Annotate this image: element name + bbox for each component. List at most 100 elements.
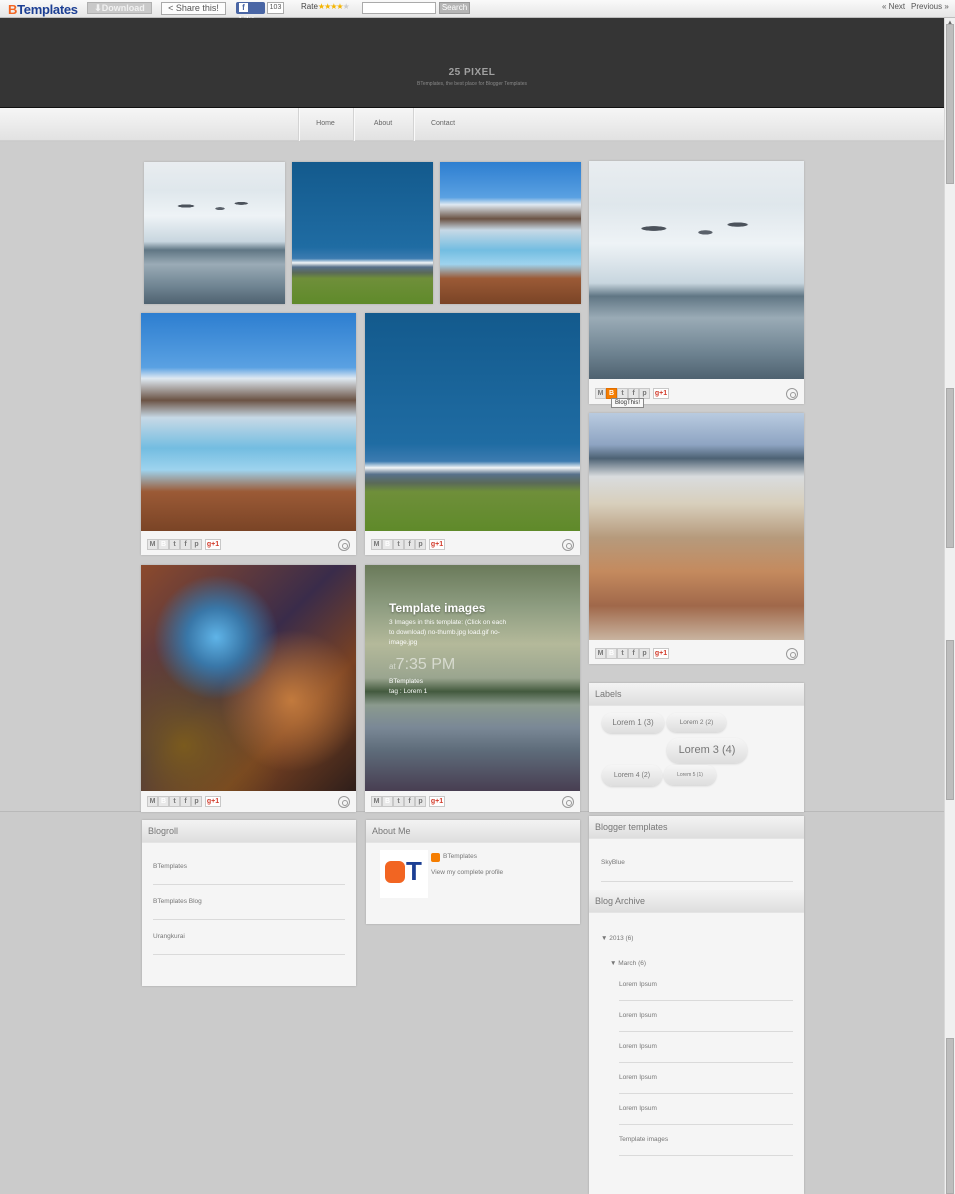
google-plus-button[interactable]: g+1 — [653, 388, 669, 399]
post-image-glacier[interactable] — [440, 162, 581, 304]
archive-post-link[interactable]: Lorem Ipsum — [619, 1012, 657, 1019]
pinterest-icon[interactable]: p — [415, 796, 426, 807]
profile-name[interactable]: BTemplates — [443, 853, 477, 860]
page-scrollbar[interactable]: ▲ — [944, 18, 955, 1194]
scroll-thumb[interactable] — [946, 1038, 954, 1194]
post-card[interactable]: M B t f p g+1 — [365, 313, 580, 555]
previous-link[interactable]: Previous » — [911, 2, 949, 11]
blogger-icon[interactable]: B — [606, 648, 617, 659]
post-card[interactable] — [144, 162, 285, 304]
archive-post-link[interactable]: Lorem Ipsum — [619, 1105, 657, 1112]
post-image-nebula[interactable] — [141, 565, 356, 791]
post-image-snow-mountain[interactable] — [144, 162, 285, 304]
post-card[interactable] — [292, 162, 433, 304]
pinterest-icon[interactable]: p — [191, 796, 202, 807]
label-tag[interactable]: Lorem 2 (2) — [667, 713, 726, 732]
scroll-thumb[interactable] — [946, 388, 954, 548]
email-icon[interactable]: M — [595, 648, 606, 659]
archive-post-link[interactable]: Lorem Ipsum — [619, 1043, 657, 1050]
profile-avatar[interactable]: B T — [380, 850, 428, 898]
post-title[interactable]: Template images — [389, 601, 507, 615]
btemplates-toolbar: BTemplates ⬇Download < Share this! fLike… — [0, 0, 955, 24]
post-card-featured[interactable]: Template images 3 Images in this templat… — [365, 565, 580, 812]
view-icon[interactable] — [786, 648, 798, 660]
view-icon[interactable] — [338, 539, 350, 551]
scroll-thumb[interactable] — [946, 640, 954, 800]
email-icon[interactable]: M — [147, 539, 158, 550]
pinterest-icon[interactable]: p — [639, 648, 650, 659]
nav-home[interactable]: Home — [298, 108, 353, 141]
archive-post-link[interactable]: Template images — [619, 1136, 668, 1143]
archive-month-toggle[interactable]: ▼ March (6) — [610, 960, 646, 967]
post-image-volcano[interactable] — [292, 162, 433, 304]
twitter-icon[interactable]: t — [169, 539, 180, 550]
blogroll-link[interactable]: BTemplates — [153, 863, 187, 870]
template-link[interactable]: SkyBlue — [601, 859, 625, 866]
post-card[interactable]: M B t f p g+1 — [589, 413, 804, 664]
btemplates-logo[interactable]: BTemplates — [8, 2, 78, 17]
view-icon[interactable] — [786, 388, 798, 400]
scroll-thumb[interactable] — [946, 24, 954, 184]
facebook-icon[interactable]: f — [404, 796, 415, 807]
rating-widget[interactable]: Rate★★★★★ — [301, 2, 350, 11]
twitter-icon[interactable]: t — [393, 539, 404, 550]
google-plus-button[interactable]: g+1 — [653, 648, 669, 659]
facebook-icon[interactable]: f — [404, 539, 415, 550]
google-plus-button[interactable]: g+1 — [429, 796, 445, 807]
google-plus-button[interactable]: g+1 — [205, 539, 221, 550]
label-tag[interactable]: Lorem 5 (1) — [664, 765, 716, 785]
archive-post-link[interactable]: Lorem Ipsum — [619, 981, 657, 988]
blogger-icon[interactable]: B — [382, 539, 393, 550]
share-button[interactable]: < Share this! — [161, 2, 226, 15]
search-button[interactable]: Search — [439, 2, 470, 14]
nav-about[interactable]: About — [353, 108, 413, 141]
search-input[interactable] — [362, 2, 436, 14]
post-card[interactable]: M B t f p g+1 — [141, 565, 356, 812]
email-icon[interactable]: M — [147, 796, 158, 807]
post-card[interactable]: M B t f p g+1 — [141, 313, 356, 555]
facebook-like-button[interactable]: fLike — [236, 2, 265, 24]
google-plus-button[interactable]: g+1 — [205, 796, 221, 807]
rating-stars[interactable]: ★★★★★ — [318, 2, 350, 11]
post-image-glacier[interactable] — [141, 313, 356, 531]
twitter-icon[interactable]: t — [617, 648, 628, 659]
post-tag[interactable]: tag : Lorem 1 — [389, 687, 507, 697]
archive-year-toggle[interactable]: ▼ 2013 (6) — [601, 935, 633, 942]
site-title[interactable]: 25 PIXEL — [0, 67, 944, 78]
blogger-icon[interactable]: B — [382, 796, 393, 807]
view-profile-link[interactable]: View my complete profile — [431, 869, 503, 876]
blogroll-link[interactable]: BTemplates Blog — [153, 898, 202, 905]
facebook-icon[interactable]: f — [628, 648, 639, 659]
twitter-icon[interactable]: t — [169, 796, 180, 807]
view-icon[interactable] — [562, 796, 574, 808]
blogger-icon[interactable]: B — [158, 796, 169, 807]
pinterest-icon[interactable]: p — [415, 539, 426, 550]
post-author[interactable]: BTemplates — [389, 677, 507, 687]
archive-post-link[interactable]: Lorem Ipsum — [619, 1074, 657, 1081]
post-card[interactable] — [440, 162, 581, 304]
label-tag[interactable]: Lorem 1 (3) — [602, 713, 664, 733]
next-link[interactable]: « Next — [882, 2, 905, 11]
post-image-beach[interactable]: Template images 3 Images in this templat… — [365, 565, 580, 791]
email-icon[interactable]: M — [595, 388, 606, 399]
view-icon[interactable] — [338, 796, 350, 808]
blogger-icon[interactable]: B — [158, 539, 169, 550]
label-tag[interactable]: Lorem 4 (2) — [602, 765, 662, 786]
twitter-icon[interactable]: t — [393, 796, 404, 807]
star-icon[interactable]: ★ — [343, 2, 350, 11]
post-image-snow-mountain[interactable] — [589, 161, 804, 379]
pinterest-icon[interactable]: p — [191, 539, 202, 550]
view-icon[interactable] — [562, 539, 574, 551]
email-icon[interactable]: M — [371, 796, 382, 807]
email-icon[interactable]: M — [371, 539, 382, 550]
facebook-icon[interactable]: f — [180, 539, 191, 550]
google-plus-button[interactable]: g+1 — [429, 539, 445, 550]
post-card[interactable]: M B t f p g+1 — [589, 161, 804, 404]
download-button[interactable]: ⬇Download — [87, 2, 152, 14]
label-tag[interactable]: Lorem 3 (4) — [667, 738, 747, 763]
nav-contact[interactable]: Contact — [413, 108, 473, 141]
post-image-volcano[interactable] — [365, 313, 580, 531]
facebook-icon[interactable]: f — [180, 796, 191, 807]
blogroll-link[interactable]: Urangkurai — [153, 933, 185, 940]
post-image-hot-springs[interactable] — [589, 413, 804, 640]
